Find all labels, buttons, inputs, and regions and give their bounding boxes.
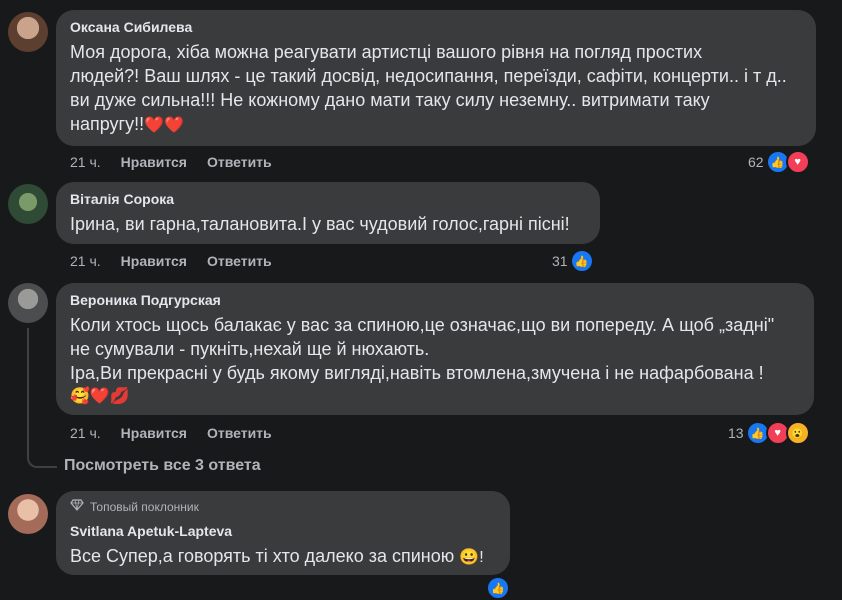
reaction-summary[interactable]: 31 👍 xyxy=(552,249,594,273)
reaction-summary[interactable]: 13 👍 ♥ 😮 xyxy=(728,421,810,445)
comment-line: Все Супер,а говорять ті хто далеко за сп… xyxy=(70,544,496,570)
like-button[interactable]: Нравится xyxy=(121,154,187,170)
emoji-line: 🥰❤️💋 xyxy=(70,388,130,405)
comment-time[interactable]: 21 ч. xyxy=(70,154,101,170)
comment-line: людей?! Ваш шлях - це такий досвід, недо… xyxy=(70,66,787,86)
badge-label: Топовый поклонник xyxy=(90,499,199,514)
comment-bubble: Топовый поклонник Svitlana Apetuk-Laptev… xyxy=(56,491,510,575)
avatar[interactable] xyxy=(8,12,48,52)
like-button[interactable]: Нравится xyxy=(121,253,187,269)
comment-line-text: Все Супер,а говорять ті хто далеко за сп… xyxy=(70,546,455,566)
top-fan-badge: Топовый поклонник xyxy=(70,499,496,514)
comment-line: ви дуже сильна!!! Не кожному дано мати т… xyxy=(70,90,710,110)
like-icon: 👍 xyxy=(486,576,510,600)
reaction-summary[interactable]: 62 👍 ♥ xyxy=(748,150,810,174)
love-icon: ♥ xyxy=(785,150,810,174)
like-button[interactable]: Нравится xyxy=(121,425,187,441)
comment-text: Моя дорога, хіба можна реагувати артистц… xyxy=(70,40,802,138)
comment-bubble: Вероника Подгурская Коли хтось щось бала… xyxy=(56,283,814,415)
comment-actions: 21 ч. Нравится Ответить xyxy=(70,154,272,170)
comment-actions: 21 ч. Нравится Ответить xyxy=(70,425,272,441)
avatar[interactable] xyxy=(8,494,48,534)
comment-author[interactable]: Оксана Сибилева xyxy=(70,18,802,36)
reaction-summary[interactable]: 👍 xyxy=(486,576,510,600)
smile-emoji-icon: 😀! xyxy=(459,549,484,566)
view-replies-link[interactable]: Посмотреть все 3 ответа xyxy=(64,457,261,475)
reaction-count: 13 xyxy=(728,425,744,441)
comment-text: Коли хтось щось балакає у вас за спиною,… xyxy=(70,313,800,409)
comment-line: напругу!!❤️❤️ xyxy=(70,112,802,138)
reply-button[interactable]: Ответить xyxy=(207,425,272,441)
comment-line: Коли хтось щось балакає у вас за спиною,… xyxy=(70,315,775,335)
comment-time[interactable]: 21 ч. xyxy=(70,425,101,441)
comment-line: Моя дорога, хіба можна реагувати артистц… xyxy=(70,42,703,62)
comment-author[interactable]: Віталія Сорока xyxy=(70,190,586,208)
wow-icon: 😮 xyxy=(785,421,810,445)
diamond-icon xyxy=(70,499,84,514)
comment-author[interactable]: Вероника Подгурская xyxy=(70,291,800,309)
reaction-count: 31 xyxy=(552,253,568,269)
comment-time[interactable]: 21 ч. xyxy=(70,253,101,269)
comment-bubble: Віталія Сорока Ірина, ви гарна,талановит… xyxy=(56,182,600,244)
comment-author[interactable]: Svitlana Apetuk-Lapteva xyxy=(70,522,496,540)
thread-line xyxy=(27,328,29,446)
comment-line: Ірина, ви гарна,талановита.І у вас чудов… xyxy=(70,214,570,234)
comment-text: Все Супер,а говорять ті хто далеко за сп… xyxy=(70,544,496,570)
reply-button[interactable]: Ответить xyxy=(207,154,272,170)
thread-connector xyxy=(27,446,57,468)
reply-button[interactable]: Ответить xyxy=(207,253,272,269)
comment-line: Іра,Ви прекрасні у будь якому вигляді,на… xyxy=(70,363,764,383)
comment-actions: 21 ч. Нравится Ответить xyxy=(70,253,272,269)
comment-bubble: Оксана Сибилева Моя дорога, хіба можна р… xyxy=(56,10,816,146)
avatar[interactable] xyxy=(8,184,48,224)
avatar[interactable] xyxy=(8,283,48,323)
like-icon: 👍 xyxy=(569,249,594,273)
comment-line-text: напругу!! xyxy=(70,114,145,134)
comment-text: Ірина, ви гарна,талановита.І у вас чудов… xyxy=(70,212,586,236)
heart-emoji-icon: ❤️❤️ xyxy=(144,117,184,134)
reaction-count: 62 xyxy=(748,154,764,170)
comment-line: не сумували - пукніть,нехай ще й нюхають… xyxy=(70,339,430,359)
